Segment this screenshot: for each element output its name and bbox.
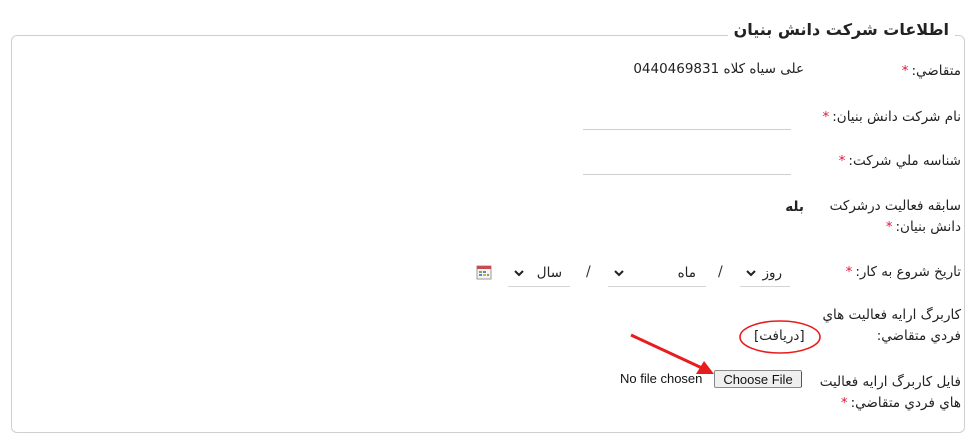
company-id-label: شناسه ملي شرکت:* xyxy=(838,153,961,169)
date-separator: / xyxy=(586,264,591,280)
chevron-down-icon xyxy=(746,270,756,277)
date-separator: / xyxy=(718,264,723,280)
activities-file-label: فايل کاربرگ ارايه فعاليت هاي فردي متقاضي… xyxy=(819,374,961,411)
activities-form-label: کاربرگ ارايه فعاليت هاي فردي متقاضي: xyxy=(822,307,961,344)
activity-history-label: سابقه فعاليت درشرکت دانش بنيان:* xyxy=(829,198,961,235)
activity-history-value: بله xyxy=(785,199,804,215)
start-date-label: تاريخ شروع به کار:* xyxy=(845,264,961,280)
choose-file-button[interactable]: Choose File xyxy=(714,370,802,388)
arrow-annotation xyxy=(630,333,714,374)
day-select[interactable]: روز xyxy=(740,259,790,287)
company-name-input[interactable] xyxy=(583,106,791,130)
fieldset-legend: اطلاعات شرکت دانش بنيان xyxy=(727,20,955,39)
input-caret xyxy=(801,372,802,387)
company-name-label: نام شرکت دانش بنيان:* xyxy=(822,109,961,125)
highlight-ellipse-annotation xyxy=(739,320,821,354)
calendar-icon[interactable] xyxy=(476,264,492,280)
chevron-down-icon xyxy=(614,270,624,277)
applicant-value: علی سیاه کلاه 0440469831 xyxy=(633,61,804,77)
company-id-input[interactable] xyxy=(583,151,791,175)
chevron-down-icon xyxy=(514,270,524,277)
applicant-label: متقاضي:* xyxy=(901,63,961,79)
year-select[interactable]: سال xyxy=(508,259,570,287)
month-select[interactable]: ماه xyxy=(608,259,706,287)
